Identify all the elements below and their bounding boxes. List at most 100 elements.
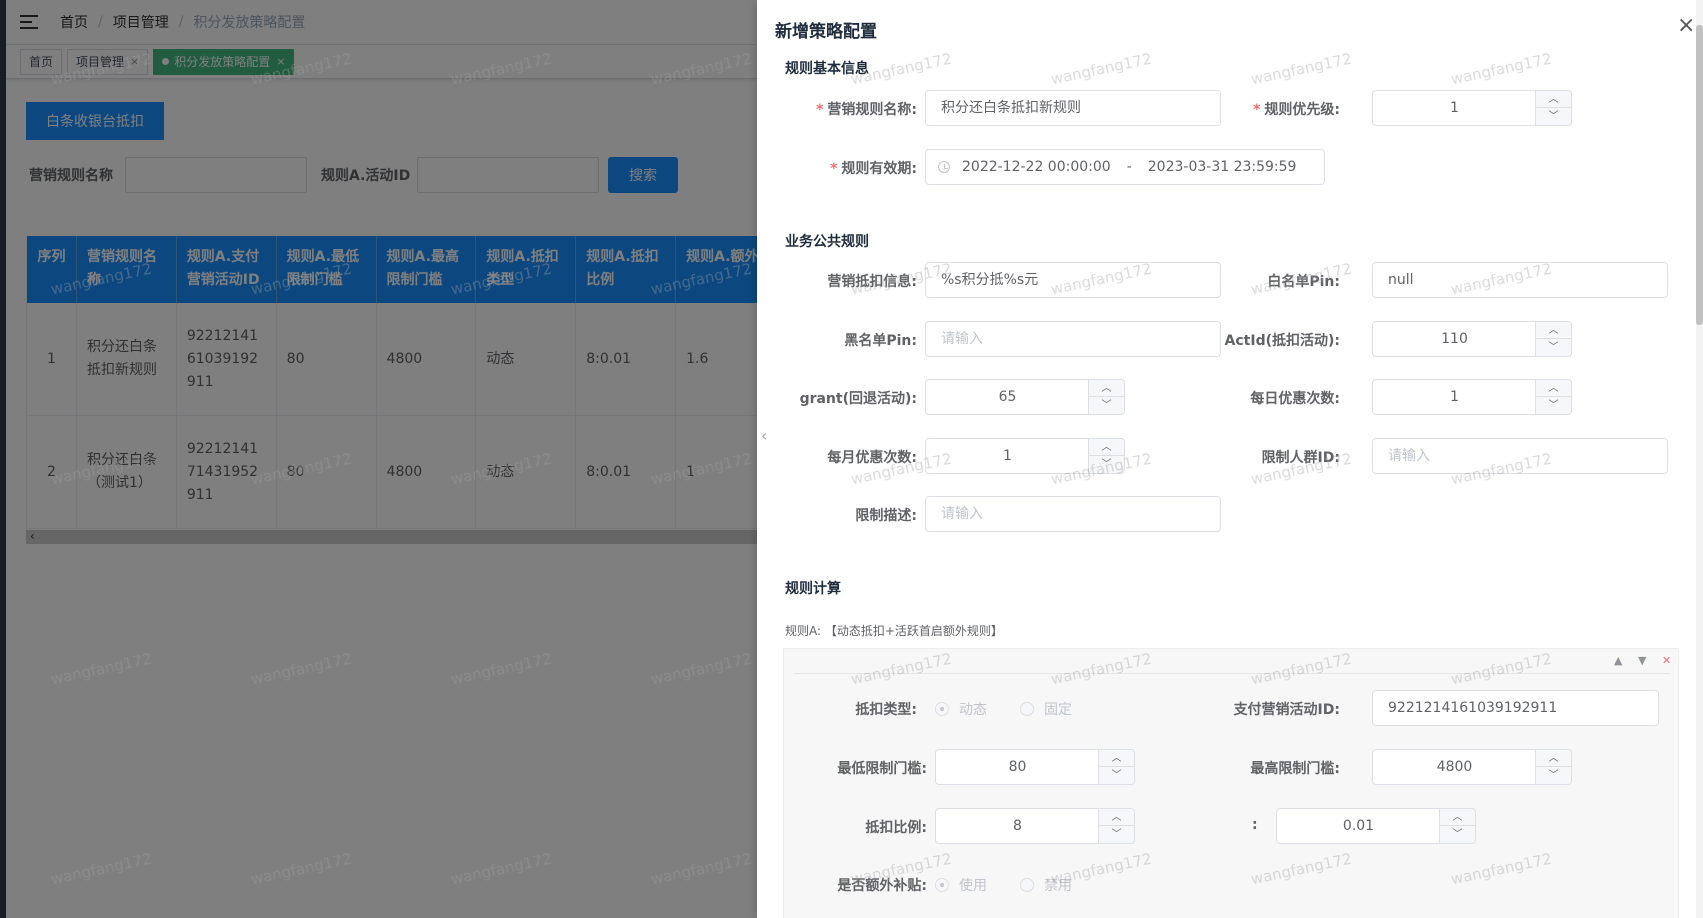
chevron-up-icon[interactable]: ︿ xyxy=(1535,91,1571,108)
validity-label: * 规则有效期: xyxy=(757,158,917,178)
chevron-up-icon[interactable]: ︿ xyxy=(1098,809,1134,826)
whitelist-label: 白名单Pin: xyxy=(1267,274,1340,290)
card-divider xyxy=(794,673,1670,674)
deduct-type-dynamic-radio[interactable]: 动态 xyxy=(935,699,987,719)
chevron-up-icon[interactable]: ︿ xyxy=(1535,750,1571,767)
daily-limit-stepper[interactable]: 1 ︿ ﹀ xyxy=(1372,379,1572,415)
rule-a-description: 规则A: 【动态抵扣+活跃首启额外规则】 xyxy=(785,624,1003,638)
chevron-down-icon[interactable]: ﹀ xyxy=(1535,397,1571,414)
stepper-value: 1 xyxy=(1450,100,1459,116)
daily-limit-label: 每日优惠次数: xyxy=(1250,391,1340,407)
actid-label: ActId(抵扣活动): xyxy=(1224,333,1340,349)
drawer-scrollbar[interactable] xyxy=(1696,0,1703,918)
crowd-id-input[interactable]: 请输入 xyxy=(1372,438,1668,474)
ratio-b-stepper[interactable]: 0.01 ︿ ﹀ xyxy=(1276,808,1476,844)
label-text: 规则有效期: xyxy=(841,161,917,177)
min-threshold-stepper[interactable]: 80 ︿ ﹀ xyxy=(935,749,1135,785)
monthly-limit-label: 每月优惠次数: xyxy=(827,450,917,466)
radio-label: 禁用 xyxy=(1044,878,1072,894)
chevron-down-icon[interactable]: ﹀ xyxy=(1088,456,1124,473)
limit-desc-label: 限制描述: xyxy=(855,508,917,524)
stepper-value: 65 xyxy=(998,389,1017,405)
grant-label: grant(回退活动): xyxy=(799,391,917,407)
pay-activity-label: 支付营销活动ID: xyxy=(1233,702,1340,718)
chevron-up-icon[interactable]: ︿ xyxy=(1439,809,1475,826)
stepper-value: 0.01 xyxy=(1342,818,1375,834)
chevron-up-icon[interactable]: ︿ xyxy=(1098,750,1134,767)
radio-label: 固定 xyxy=(1044,702,1072,718)
radio-icon xyxy=(935,702,949,716)
blacklist-input[interactable]: 请输入 xyxy=(925,321,1221,357)
ratio-label: 抵扣比例: xyxy=(865,820,927,836)
rule-name-label: * 营销规则名称: xyxy=(757,99,917,119)
chevron-up-icon[interactable]: ︿ xyxy=(1088,439,1124,456)
validity-date-range[interactable]: 2022-12-22 00:00:00 - 2023-03-31 23:59:5… xyxy=(925,149,1325,185)
blacklist-label: 黑名单Pin: xyxy=(844,333,917,349)
deduct-type-fixed-radio[interactable]: 固定 xyxy=(1020,699,1072,719)
stepper-value: 4800 xyxy=(1436,759,1473,775)
move-down-icon[interactable]: ▼ xyxy=(1638,654,1646,667)
priority-label: * 规则优先级: xyxy=(1180,99,1340,119)
radio-icon xyxy=(1020,878,1034,892)
chevron-up-icon[interactable]: ︿ xyxy=(1535,322,1571,339)
chevron-up-icon[interactable]: ︿ xyxy=(1088,380,1124,397)
label-text: 规则优先级: xyxy=(1264,102,1340,118)
date-separator: - xyxy=(1126,159,1132,175)
rule-name-input[interactable]: 积分还白条抵扣新规则 xyxy=(925,90,1221,126)
clock-icon xyxy=(938,161,950,173)
extra-subsidy-use-radio[interactable]: 使用 xyxy=(935,875,987,895)
chevron-down-icon[interactable]: ﹀ xyxy=(1535,767,1571,784)
modal-overlay[interactable] xyxy=(0,0,757,918)
ratio-colon: : xyxy=(1252,817,1258,833)
deduct-info-input[interactable]: %s积分抵%s元 xyxy=(925,262,1221,298)
radio-label: 使用 xyxy=(959,878,987,894)
pay-activity-input[interactable]: 9221214161039192911 xyxy=(1372,690,1659,726)
stepper-value: 1 xyxy=(1450,389,1459,405)
min-threshold-label: 最低限制门槛: xyxy=(837,761,927,777)
grant-stepper[interactable]: 65 ︿ ﹀ xyxy=(925,379,1125,415)
section-public-rules: 业务公共规则 xyxy=(785,234,869,250)
close-icon[interactable]: ✕ xyxy=(1662,654,1671,667)
extra-subsidy-label: 是否额外补贴: xyxy=(837,878,927,894)
close-icon[interactable]: × xyxy=(1677,15,1695,37)
add-strategy-drawer: 新增策略配置 × ‹ 规则基本信息 * 营销规则名称: 积分还白条抵扣新规则 * 规… xyxy=(757,0,1703,918)
required-asterisk: * xyxy=(816,102,824,118)
radio-label: 动态 xyxy=(959,702,987,718)
radio-icon xyxy=(935,878,949,892)
move-up-icon[interactable]: ▲ xyxy=(1614,654,1622,667)
chevron-left-icon[interactable]: ‹ xyxy=(761,426,767,445)
chevron-down-icon[interactable]: ﹀ xyxy=(1439,826,1475,843)
actid-stepper[interactable]: 110 ︿ ﹀ xyxy=(1372,321,1572,357)
label-text: 营销规则名称: xyxy=(827,102,917,118)
limit-desc-input[interactable]: 请输入 xyxy=(925,496,1221,532)
date-start: 2022-12-22 00:00:00 xyxy=(962,159,1111,175)
stepper-value: 8 xyxy=(1013,818,1022,834)
drawer-title: 新增策略配置 xyxy=(775,22,877,42)
priority-stepper[interactable]: 1 ︿ ﹀ xyxy=(1372,90,1572,126)
radio-icon xyxy=(1020,702,1034,716)
extra-subsidy-disable-radio[interactable]: 禁用 xyxy=(1020,875,1072,895)
ratio-a-stepper[interactable]: 8 ︿ ﹀ xyxy=(935,808,1135,844)
deduct-info-label: 营销抵扣信息: xyxy=(827,274,917,290)
whitelist-input[interactable]: null xyxy=(1372,262,1668,298)
stepper-value: 110 xyxy=(1441,331,1468,347)
stepper-value: 80 xyxy=(1008,759,1027,775)
chevron-down-icon[interactable]: ﹀ xyxy=(1088,397,1124,414)
deduct-type-label: 抵扣类型: xyxy=(855,702,917,718)
max-threshold-stepper[interactable]: 4800 ︿ ﹀ xyxy=(1372,749,1572,785)
crowd-id-label: 限制人群ID: xyxy=(1261,450,1340,466)
date-end: 2023-03-31 23:59:59 xyxy=(1147,159,1297,175)
stepper-value: 1 xyxy=(1003,448,1012,464)
required-asterisk: * xyxy=(830,161,838,177)
chevron-up-icon[interactable]: ︿ xyxy=(1535,380,1571,397)
scrollbar-thumb[interactable] xyxy=(1696,25,1703,325)
max-threshold-label: 最高限制门槛: xyxy=(1250,761,1340,777)
required-asterisk: * xyxy=(1253,102,1261,118)
section-basic-info: 规则基本信息 xyxy=(785,61,869,77)
chevron-down-icon[interactable]: ﹀ xyxy=(1098,767,1134,784)
chevron-down-icon[interactable]: ﹀ xyxy=(1535,108,1571,125)
section-rule-calc: 规则计算 xyxy=(785,581,841,597)
chevron-down-icon[interactable]: ﹀ xyxy=(1098,826,1134,843)
chevron-down-icon[interactable]: ﹀ xyxy=(1535,339,1571,356)
monthly-limit-stepper[interactable]: 1 ︿ ﹀ xyxy=(925,438,1125,474)
